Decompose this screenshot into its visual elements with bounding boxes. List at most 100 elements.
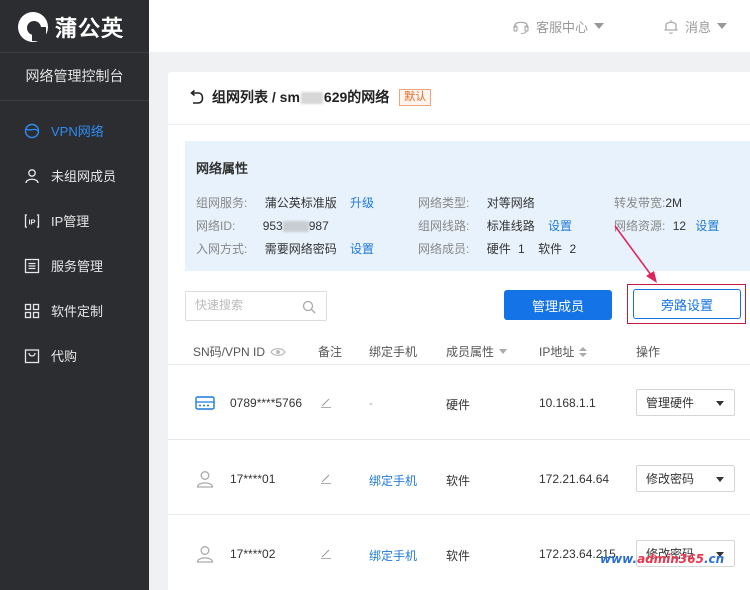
search-box	[185, 291, 327, 321]
action-label: 修改密码	[646, 472, 695, 486]
sidebar-item-software-customization[interactable]: 软件定制	[0, 288, 149, 333]
resource-settings-link[interactable]: 设置	[695, 219, 719, 233]
bag-icon	[24, 348, 40, 364]
chevron-down-icon	[594, 23, 605, 29]
column-label: 备注	[318, 345, 343, 359]
sidebar-item-label: IP管理	[51, 214, 90, 229]
sort-icon	[579, 346, 588, 357]
back-arrow-icon[interactable]	[188, 89, 204, 105]
prop-value: 蒲公英标准版	[264, 196, 337, 210]
logo[interactable]: 蒲公英	[18, 10, 124, 44]
user-icon	[196, 546, 214, 563]
edit-icon[interactable]	[320, 549, 332, 559]
eye-icon[interactable]	[270, 347, 286, 357]
table-header: SN码/VPN ID 备注 绑定手机 成员属性 IP地址 操作	[168, 334, 750, 366]
edit-icon[interactable]	[320, 474, 332, 484]
console-title: 网络管理控制台	[25, 68, 124, 84]
bind-phone-link[interactable]: 绑定手机	[369, 472, 417, 489]
sidebar-item-ip-management[interactable]: IP IP管理	[0, 198, 149, 243]
router-device-icon	[195, 396, 215, 410]
prop-network-type: 网络类型: 对等网络	[418, 194, 535, 211]
grid-icon	[24, 303, 40, 319]
sidebar: 蒲公英 网络管理控制台 VPN网络 未组网成员 IP IP管理 服务管理 软件定…	[0, 0, 149, 590]
annotation-arrow	[614, 225, 657, 283]
table-row: 17****01 绑定手机 软件 172.21.64.64 修改密码	[168, 439, 750, 514]
sidebar-item-vpn-network[interactable]: VPN网络	[0, 108, 149, 153]
action-dropdown[interactable]: 管理硬件	[636, 389, 735, 416]
sidebar-item-purchase[interactable]: 代购	[0, 333, 149, 378]
search-icon[interactable]	[302, 300, 316, 314]
member-type: 软件	[446, 549, 471, 563]
bound-phone: -	[369, 396, 373, 410]
member-id: 0789****5766	[230, 396, 303, 410]
bind-phone-link[interactable]: 绑定手机	[369, 547, 417, 564]
breadcrumb: 组网列表 / sm 629的网络 默认	[188, 86, 432, 108]
svg-text:IP: IP	[28, 217, 35, 226]
bell-icon	[664, 20, 678, 34]
default-badge: 默认	[399, 88, 432, 106]
watermark: www.admin365.cn	[600, 552, 725, 566]
breadcrumb-path[interactable]: 组网列表 / sm	[212, 89, 300, 105]
prop-label: 组网线路:	[418, 219, 470, 233]
prop-network-id: 网络ID: 953 987	[196, 217, 329, 234]
prop-label: 网络ID:	[196, 219, 236, 233]
join-settings-link[interactable]: 设置	[350, 242, 374, 256]
sidebar-item-label: 未组网成员	[51, 169, 117, 184]
prop-value: 标准线路	[486, 219, 535, 233]
ip-icon: IP	[24, 213, 40, 229]
network-id-value: 953 987	[263, 219, 329, 233]
sidebar-item-label: VPN网络	[51, 124, 104, 139]
sidebar-item-unnetworked-members[interactable]: 未组网成员	[0, 153, 149, 198]
column-header-sn: SN码/VPN ID	[193, 343, 286, 360]
headset-icon	[513, 21, 529, 35]
logo-icon	[18, 12, 48, 42]
upgrade-link[interactable]: 升级	[350, 196, 374, 210]
column-label: 绑定手机	[369, 345, 418, 359]
members-software-count: 2	[569, 242, 577, 256]
column-header-phone: 绑定手机	[369, 343, 417, 360]
network-id-suffix: 987	[308, 219, 329, 233]
network-properties-panel: 网络属性 组网服务: 蒲公英标准版 升级 网络类型: 对等网络 转发带宽:2M …	[185, 141, 750, 271]
member-type: 软件	[446, 474, 471, 488]
column-header-ip[interactable]: IP地址	[539, 343, 588, 360]
page-title: 组网列表 / sm 629的网络	[212, 87, 389, 107]
messages-label: 消息	[685, 19, 712, 35]
column-header-action: 操作	[636, 343, 660, 360]
column-header-type[interactable]: 成员属性	[446, 343, 508, 360]
prop-label: 入网方式:	[196, 242, 248, 256]
support-center-menu[interactable]: 客服中心	[512, 0, 605, 52]
search-input[interactable]	[195, 298, 295, 312]
bypass-settings-button[interactable]: 旁路设置	[633, 289, 741, 319]
redacted-mask	[282, 221, 309, 233]
user-icon	[24, 168, 40, 184]
members-hardware-label: 硬件	[486, 242, 511, 256]
prop-value: 需要网络密码	[264, 242, 337, 256]
list-icon	[24, 258, 40, 274]
column-label: IP地址	[539, 345, 575, 359]
chevron-down-icon	[716, 477, 724, 482]
prop-join-method: 入网方式: 需要网络密码 设置	[196, 240, 374, 257]
sidebar-item-service-management[interactable]: 服务管理	[0, 243, 149, 288]
chevron-down-icon	[716, 401, 724, 406]
top-header: 客服中心 消息	[149, 0, 750, 52]
member-type: 硬件	[446, 398, 471, 412]
messages-menu[interactable]: 消息	[663, 0, 728, 52]
sidebar-divider	[0, 52, 149, 53]
network-detail-card: 组网列表 / sm 629的网络 默认 网络属性 组网服务: 蒲公英标准版 升级 …	[168, 72, 750, 590]
prop-label: 网络类型:	[418, 196, 470, 210]
route-settings-link[interactable]: 设置	[548, 219, 572, 233]
properties-title: 网络属性	[196, 161, 249, 176]
prop-label: 转发带宽:	[614, 196, 666, 210]
prop-route: 组网线路: 标准线路 设置	[418, 217, 572, 234]
ip-address: 172.21.64.64	[539, 472, 610, 486]
action-dropdown[interactable]: 修改密码	[636, 465, 735, 492]
user-icon	[196, 471, 214, 488]
network-id-prefix: 953	[262, 219, 283, 233]
members-software-label: 软件	[538, 242, 563, 256]
prop-value: 12	[672, 219, 687, 233]
member-id: 17****02	[230, 547, 276, 561]
edit-icon[interactable]	[320, 398, 332, 408]
manage-members-button[interactable]: 管理成员	[504, 290, 612, 320]
chevron-down-icon	[717, 23, 728, 29]
column-header-remark: 备注	[318, 343, 342, 360]
